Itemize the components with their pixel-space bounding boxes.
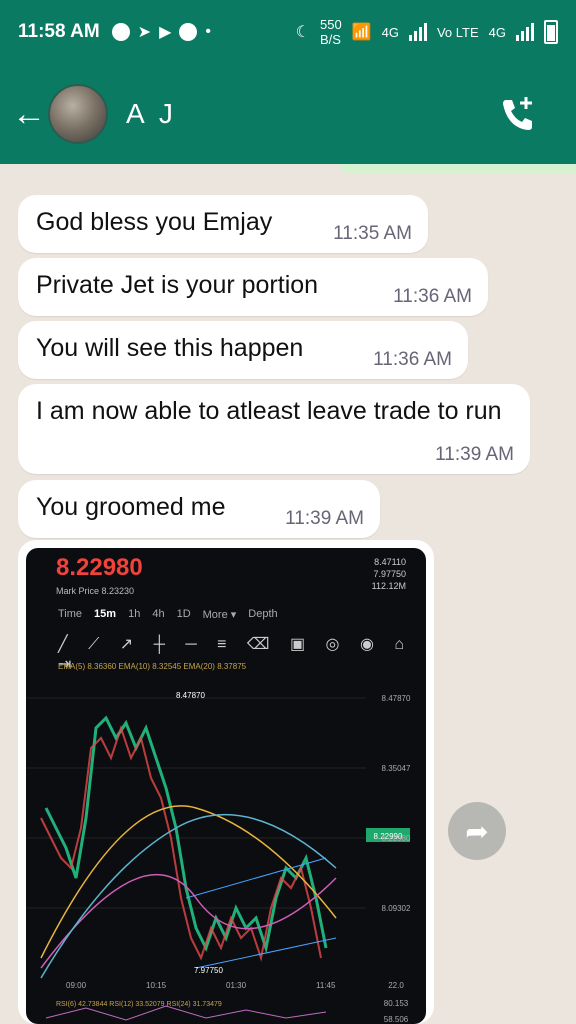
svg-text:58.506: 58.506 (384, 1015, 409, 1024)
telegram-icon: ➤ (137, 24, 152, 41)
contact-name[interactable]: A J (126, 98, 177, 130)
arrow-left-icon[interactable]: ← (12, 95, 48, 134)
tab-1d: 1D (176, 608, 191, 620)
message-bubble[interactable]: Private Jet is your portion 11:36 AM (18, 258, 488, 316)
wifi-icon: 📶 (351, 24, 372, 41)
tab-time: Time (58, 608, 83, 620)
add-call-icon[interactable] (498, 94, 538, 134)
chart-stats: 8.47110 7.97750 112.12M (371, 557, 406, 591)
message-time: 11:39 AM (285, 508, 364, 529)
chat-icon (179, 23, 198, 41)
message-bubble[interactable]: You will see this happen 11:36 AM (18, 321, 468, 379)
svg-text:8.47870: 8.47870 (176, 691, 205, 700)
header-accent (340, 164, 576, 174)
sim2-type: 4G (488, 24, 506, 40)
youtube-icon: ▶ (159, 24, 172, 41)
dot-icon: • (205, 23, 211, 40)
moon-icon: ☾ (295, 24, 310, 41)
message-bubble[interactable]: God bless you Emjay 11:35 AM (18, 195, 428, 253)
svg-text:8.22980: 8.22980 (382, 834, 411, 843)
sim2-label: Vo LTE (436, 24, 479, 40)
battery-icon (544, 20, 558, 44)
top-bar: 11:58 AM ➤ ▶ • ☾ 550 B/S 📶 4G Vo LTE 4G ←… (0, 0, 576, 164)
chart-timeframe-tabs: Time 15m 1h 4h 1D More ▾ Depth (58, 608, 278, 621)
tab-more: More ▾ (202, 609, 237, 621)
chart-price: 8.22980 (56, 554, 143, 581)
chart-plot: 8.22990 8.47870 7.97750 8.47870 8.35047 … (26, 691, 411, 1024)
message-time: 11:36 AM (393, 286, 472, 307)
message-bubble[interactable]: You groomed me 11:39 AM (18, 480, 380, 538)
svg-text:7.97750: 7.97750 (194, 966, 223, 975)
svg-text:8.47870: 8.47870 (382, 694, 411, 703)
svg-text:80.153: 80.153 (384, 999, 409, 1008)
avatar[interactable] (48, 84, 108, 144)
tab-15m: 15m (94, 608, 117, 620)
signal2-icon (516, 23, 534, 41)
tab-4h: 4h (152, 608, 165, 620)
share-arrow-icon[interactable]: ➦ (448, 802, 506, 860)
net-speed: 550 B/S (320, 17, 342, 47)
svg-text:RSI(6) 42.73844 RSI(12) 33.52: RSI(6) 42.73844 RSI(12) 33.52079 RSI(24)… (56, 1001, 222, 1008)
svg-text:11:45: 11:45 (316, 981, 336, 990)
tab-1h: 1h (128, 608, 141, 620)
message-text: I am now able to atleast leave trade to … (36, 397, 502, 425)
image-message[interactable]: 8.22980 Mark Price 8.23230 8.47110 7.977… (18, 540, 434, 1024)
chart-mark-price: Mark Price 8.23230 (56, 586, 135, 596)
tab-depth: Depth (248, 608, 278, 620)
signal-icon (408, 23, 427, 41)
svg-text:22.0: 22.0 (388, 981, 404, 990)
svg-text:8.09302: 8.09302 (382, 904, 411, 913)
svg-text:09:00: 09:00 (66, 981, 87, 990)
six-icon (111, 23, 130, 41)
status-bar: 11:58 AM ➤ ▶ • ☾ 550 B/S 📶 4G Vo LTE 4G (0, 0, 576, 64)
message-time: 11:35 AM (333, 223, 412, 244)
svg-text:01:30: 01:30 (226, 981, 247, 990)
status-time: 11:58 AM (18, 21, 100, 42)
chart-image[interactable]: 8.22980 Mark Price 8.23230 8.47110 7.977… (26, 548, 426, 1024)
svg-text:10:15: 10:15 (146, 981, 167, 990)
message-time: 11:39 AM (435, 444, 514, 465)
sim1-label: 4G (381, 24, 399, 40)
message-bubble[interactable]: I am now able to atleast leave trade to … (18, 384, 530, 474)
chat-header: ← A J (0, 64, 576, 164)
svg-text:8.35047: 8.35047 (382, 764, 411, 773)
message-time: 11:36 AM (373, 349, 452, 370)
trendline-upper (185, 857, 327, 899)
